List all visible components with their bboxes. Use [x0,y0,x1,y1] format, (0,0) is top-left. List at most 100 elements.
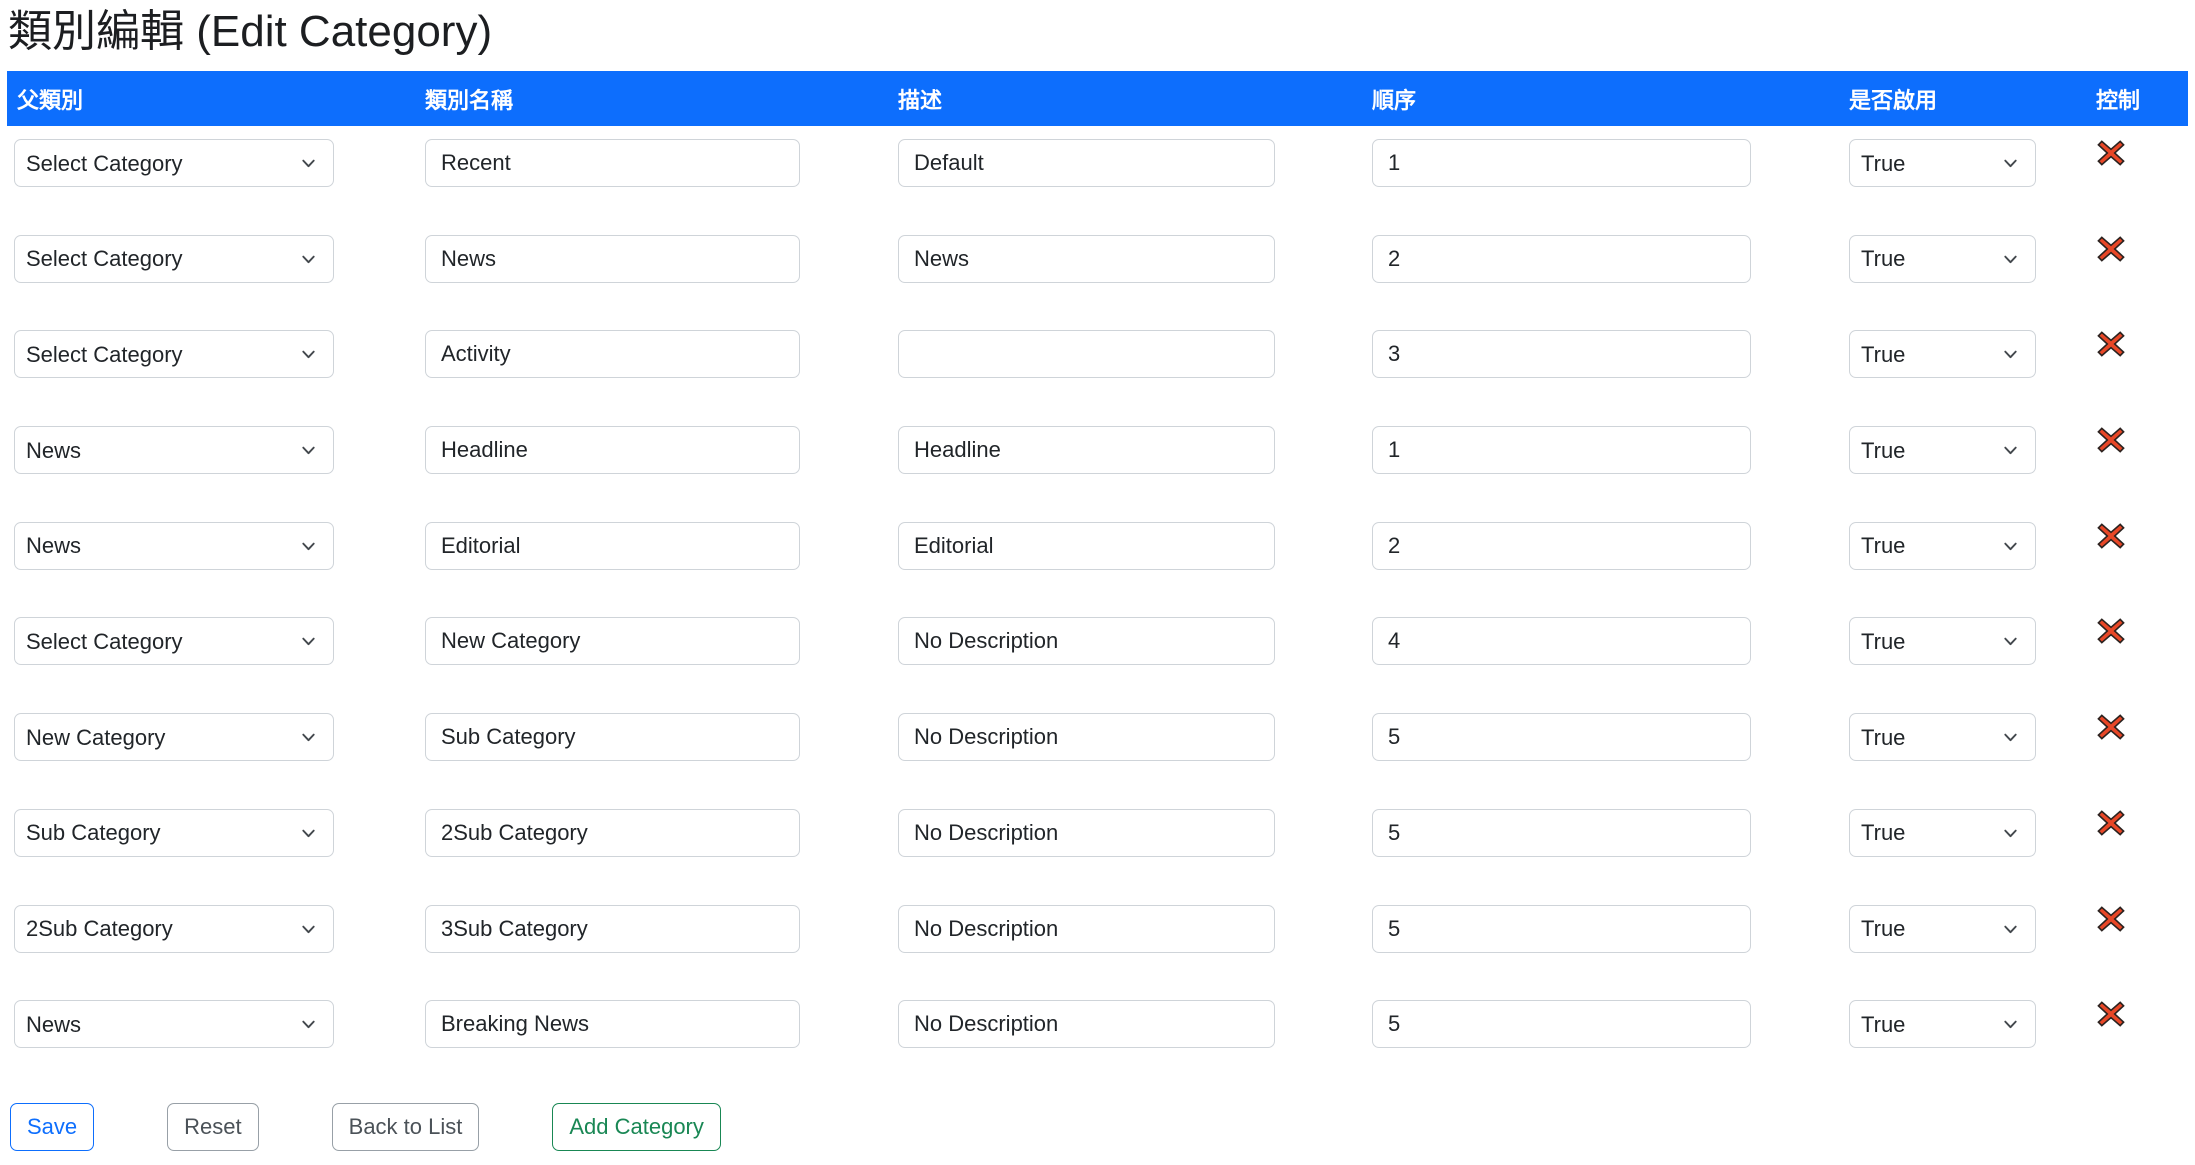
description-cell [891,808,1365,857]
enabled-select[interactable]: True [1849,521,2036,570]
parent-category-select[interactable]: 2Sub Category [14,904,334,953]
column-header-category-name: 類別名稱 [425,87,514,113]
delete-row-button[interactable] [2097,714,2125,740]
delete-row-button[interactable] [2097,427,2125,453]
control-cell [2089,139,2188,171]
description-cell [891,234,1365,283]
back-to-list-button[interactable]: Back to List [331,1102,480,1151]
order-input[interactable] [1372,139,1751,187]
enabled-select[interactable]: True [1849,234,2036,283]
enabled-select[interactable]: True [1849,713,2036,762]
order-input[interactable] [1372,521,1751,570]
enabled-select[interactable]: True [1849,808,2036,857]
delete-row-button[interactable] [2097,140,2125,166]
enabled-select[interactable]: True [1849,1000,2036,1049]
delete-row-button[interactable] [2097,235,2125,262]
description-cell [891,713,1365,762]
delete-row-button[interactable] [2097,905,2125,932]
parent-category-select[interactable]: News [14,1000,334,1049]
delete-x-icon [2097,523,2125,549]
description-input[interactable] [898,1000,1275,1049]
enabled-cell: True [1842,426,2089,475]
table-header-row: 父類別 類別名稱 描述 順序 是否啟用 控制 [7,71,2188,126]
description-input[interactable] [898,713,1275,762]
category-name-input[interactable] [425,904,800,953]
category-name-input[interactable] [425,1000,800,1049]
category-name-input[interactable] [425,426,800,475]
enabled-select[interactable]: True [1849,139,2036,187]
order-input[interactable] [1372,426,1751,475]
table-row: 2Sub Category True [7,892,2188,988]
enabled-cell: True [1842,617,2089,666]
description-input[interactable] [898,426,1275,475]
enabled-select[interactable]: True [1849,617,2036,666]
parent-category-select[interactable]: New Category [14,713,334,762]
parent-category-select[interactable]: Select Category [14,234,334,283]
category-name-input[interactable] [425,521,800,570]
category-name-input[interactable] [425,139,800,187]
category-name-cell [418,426,891,475]
order-input[interactable] [1372,808,1751,857]
category-name-cell [418,808,891,857]
description-cell [891,617,1365,666]
category-name-cell [418,617,891,666]
order-input[interactable] [1372,1000,1751,1049]
order-input[interactable] [1372,904,1751,953]
table-row: Sub Category True [7,796,2188,892]
delete-row-button[interactable] [2097,331,2125,358]
parent-category-select[interactable]: News [14,426,334,475]
description-input[interactable] [898,521,1275,570]
order-cell [1365,713,1842,762]
category-name-cell [418,521,891,570]
delete-row-button[interactable] [2097,618,2125,645]
control-cell [2089,1000,2188,1032]
delete-x-icon [2097,331,2125,358]
category-name-input[interactable] [425,234,800,283]
actions-bar: Save Reset Back to List Add Category [10,1102,2195,1151]
delete-x-icon [2097,427,2125,453]
category-name-input[interactable] [425,330,800,379]
order-input[interactable] [1372,330,1751,379]
order-input[interactable] [1372,713,1751,762]
save-button[interactable]: Save [10,1102,95,1151]
parent-category-select[interactable]: Select Category [14,330,334,379]
enabled-select[interactable]: True [1849,426,2036,475]
description-input[interactable] [898,904,1275,953]
description-input[interactable] [898,234,1275,283]
order-input[interactable] [1372,234,1751,283]
parent-category-select[interactable]: Sub Category [14,808,334,857]
description-input[interactable] [898,808,1275,857]
delete-x-icon [2097,140,2125,166]
category-name-cell [418,713,891,762]
control-cell [2089,522,2188,554]
delete-row-button[interactable] [2097,810,2125,836]
description-cell [891,521,1365,570]
order-cell [1365,521,1842,570]
order-cell [1365,330,1842,379]
category-name-input[interactable] [425,808,800,857]
reset-button[interactable]: Reset [167,1102,259,1151]
description-input[interactable] [898,617,1275,666]
column-header-parent-category: 父類別 [17,87,84,113]
category-name-input[interactable] [425,713,800,762]
category-name-cell [418,139,891,187]
enabled-cell: True [1842,234,2089,283]
parent-category-select[interactable]: Select Category [14,139,334,187]
add-category-button[interactable]: Add Category [552,1102,721,1151]
parent-category-select[interactable]: Select Category [14,617,334,666]
delete-x-icon [2097,810,2125,836]
table-row: Select Category True [7,604,2188,700]
description-input[interactable] [898,330,1275,379]
category-name-input[interactable] [425,617,800,666]
order-input[interactable] [1372,617,1751,666]
column-header-enabled: 是否啟用 [1849,87,1938,113]
enabled-select[interactable]: True [1849,330,2036,379]
description-input[interactable] [898,139,1275,187]
order-cell [1365,426,1842,475]
control-cell [2089,235,2188,267]
delete-row-button[interactable] [2097,1001,2125,1027]
table-row: Select Category True [7,222,2188,318]
delete-row-button[interactable] [2097,523,2125,549]
enabled-select[interactable]: True [1849,904,2036,953]
parent-category-select[interactable]: News [14,521,334,570]
